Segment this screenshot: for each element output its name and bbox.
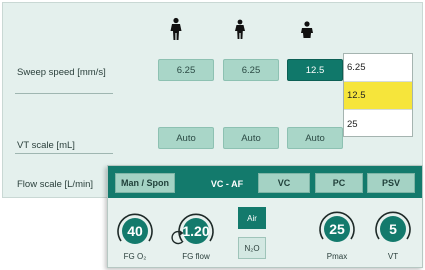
vt-scale-child-button[interactable]: Auto — [223, 127, 279, 149]
sweep-speed-child-button[interactable]: 6.25 — [223, 59, 279, 81]
vt-scale-adult-button[interactable]: Auto — [158, 127, 214, 149]
child-icon[interactable] — [230, 17, 250, 41]
vt-knob[interactable] — [374, 210, 412, 248]
sweep-speed-infant-button[interactable]: 12.5 — [287, 59, 343, 81]
pmax-label: Pmax — [326, 252, 348, 261]
flow-scale-label: Flow scale [L/min] — [17, 179, 94, 190]
row-divider — [15, 93, 113, 94]
tab-pc[interactable]: PC — [315, 173, 363, 193]
infant-icon[interactable] — [297, 17, 317, 41]
dropdown-option-highlighted[interactable]: 12.5 — [344, 82, 412, 110]
tab-man-spon[interactable]: Man / Spon — [115, 173, 175, 193]
sweep-speed-dropdown[interactable]: 6.25 12.5 25 — [343, 53, 413, 137]
fg-o2-label: FG O₂ — [123, 252, 147, 261]
sweep-speed-label: Sweep speed [mm/s] — [17, 67, 106, 78]
tab-psv[interactable]: PSV — [367, 173, 415, 193]
vt-scale-infant-button[interactable]: Auto — [287, 127, 343, 149]
mode-tab-bar: Man / Spon VC - AF VC PC PSV — [108, 166, 422, 198]
row-divider — [15, 153, 113, 154]
vt-scale-label: VT scale [mL] — [17, 140, 75, 151]
dropdown-option[interactable]: 6.25 — [344, 54, 412, 82]
fg-o2-knob[interactable] — [116, 212, 154, 250]
tab-vc-af[interactable]: VC - AF — [201, 170, 253, 197]
fg-flow-label: FG flow — [182, 252, 210, 261]
tab-vc[interactable]: VC — [258, 173, 310, 193]
adult-icon[interactable] — [166, 17, 186, 41]
n2o-button[interactable]: N₂O — [238, 237, 266, 259]
rotate-ccw-icon — [171, 230, 184, 245]
sweep-speed-adult-button[interactable]: 6.25 — [158, 59, 214, 81]
dropdown-option[interactable]: 25 — [344, 110, 412, 138]
air-button[interactable]: Air — [238, 207, 266, 229]
pmax-knob[interactable] — [318, 210, 356, 248]
ventilation-mode-panel: Man / Spon VC - AF VC PC PSV 40 FG O₂ 1.… — [107, 165, 423, 268]
vt-label: VT — [387, 252, 399, 261]
